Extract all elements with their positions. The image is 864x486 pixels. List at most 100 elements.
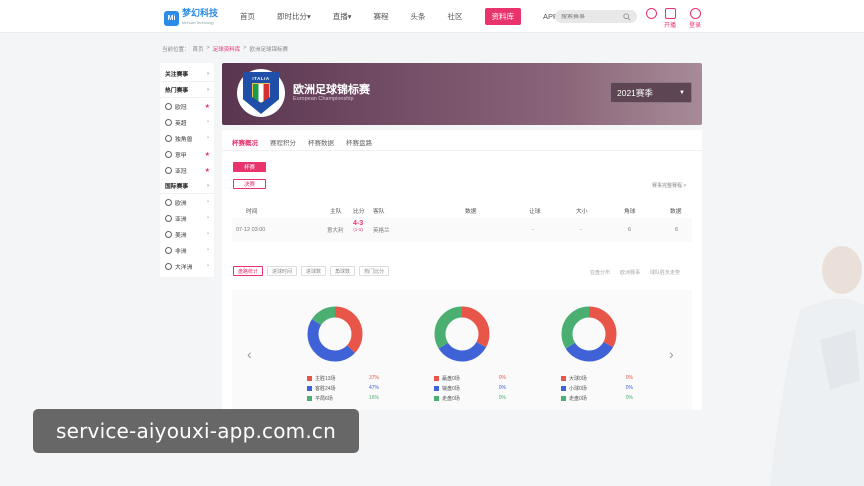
chevron-right-icon: › [207, 215, 209, 221]
nav-link-3[interactable]: 赛程 [374, 11, 389, 22]
col-away: 客队 [373, 209, 385, 215]
stat-option-1[interactable]: 欧洲赛事 [620, 269, 640, 276]
sidebar-item-9[interactable]: 亚洲 › [160, 210, 214, 226]
tab-2[interactable]: 杯赛数据 [308, 137, 334, 151]
sidebar-item-1[interactable]: 热门赛事 › [160, 82, 214, 98]
legend-row: 客胜24场 47% [307, 383, 379, 393]
match-table: 时间 主队 比分 客队 数据 让球 大小 角球 数据 07-12 03:00 意… [232, 203, 692, 242]
tab-1[interactable]: 赛程积分 [270, 137, 296, 151]
search-input[interactable] [561, 13, 623, 20]
stat-tab-0[interactable]: 盘路统计 [233, 266, 264, 276]
nav-link-1[interactable]: 即时比分▾ [277, 11, 311, 22]
stage-cup-button[interactable]: 杯赛 [233, 162, 266, 172]
league-icon [165, 150, 172, 158]
stat-tab-3[interactable]: 角球数 [330, 266, 356, 276]
stat-tabs: 盘路统计 进球时间 进球数 角球数 热门比分 [233, 266, 390, 276]
chevron-left-icon[interactable]: ‹ [247, 346, 252, 362]
sidebar-item-label: 热门赛事 [165, 88, 189, 94]
search-box[interactable] [555, 10, 637, 23]
league-title: 欧洲足球锦标赛 [293, 84, 370, 96]
stat-option-2[interactable]: 球队胜负走势 [650, 269, 680, 276]
col-home: 主队 [330, 209, 342, 215]
away-team[interactable]: 英格兰 [373, 226, 390, 234]
sidebar-item-8[interactable]: 欧洲 › [160, 194, 214, 210]
home-team[interactable]: 意大利 [327, 226, 344, 234]
sidebar-item-10[interactable]: 美洲 › [160, 226, 214, 242]
stat-option-0[interactable]: 亚盘分布 [590, 269, 610, 276]
sidebar-item-label: 欧洲 [175, 200, 187, 207]
star-icon: ★ [204, 167, 210, 174]
legend-value: 16% [368, 395, 379, 401]
legend-swatch [307, 395, 312, 401]
breadcrumb: 当前位置： 首页 > 足球资料库 > 欧洲足球锦标赛 [162, 45, 288, 53]
stat-tab-1[interactable]: 进球时间 [267, 266, 298, 276]
stat-value[interactable]: 6 [675, 227, 678, 233]
stat-tab-2[interactable]: 进球数 [301, 266, 327, 276]
nav-link-5[interactable]: 社区 [448, 11, 463, 22]
sidebar-item-7[interactable]: 国际赛事 › [160, 178, 214, 194]
stage-final-button[interactable]: 决赛 [233, 179, 266, 189]
sidebar-item-3[interactable]: 英超 › [160, 114, 214, 130]
user-icon [689, 8, 701, 19]
match-score[interactable]: 4-3 (1-1) [353, 220, 363, 232]
chevron-right-icon: › [207, 199, 209, 205]
legend-swatch [561, 395, 566, 401]
chevron-right-icon[interactable]: › [669, 346, 674, 362]
legend-row: 小球0场 0% [561, 383, 633, 393]
col-ou: 大小 [576, 209, 588, 215]
season-value: 2021赛季 [617, 87, 653, 98]
chevron-right-icon: › [207, 231, 209, 237]
team-crest: ITALIA [237, 69, 285, 117]
player-background-image [770, 246, 864, 486]
sidebar-item-2[interactable]: 欧冠 ★ [160, 98, 214, 114]
crest-shield: ITALIA [243, 72, 279, 114]
season-select[interactable]: 2021赛季 ▼ [610, 82, 692, 103]
breadcrumb-db[interactable]: 足球资料库 [213, 45, 241, 53]
legend-swatch [561, 375, 566, 381]
ou-value: - [580, 227, 582, 233]
sidebar-item-12[interactable]: 大洋洲 › [160, 258, 214, 274]
tab-3[interactable]: 杯赛盘路 [346, 137, 372, 151]
breadcrumb-home[interactable]: 首页 [193, 45, 204, 53]
legend-row: 输盘0场 0% [434, 383, 506, 393]
live-icon[interactable] [644, 8, 658, 20]
league-icon [165, 166, 172, 174]
league-icon [165, 118, 172, 126]
login-button[interactable]: 登录 [688, 8, 702, 29]
match-row[interactable]: 07-12 03:00 意大利 4-3 (1-1) 英格兰 - - 6 6 [232, 218, 692, 242]
legend-value: 0% [625, 395, 633, 401]
match-time: 07-12 03:00 [236, 227, 266, 233]
league-icon [165, 262, 172, 270]
legend-label: 大球0场 [569, 375, 587, 382]
sidebar-item-label: 美洲 [175, 232, 187, 239]
tab-0[interactable]: 杯赛概况 [232, 137, 258, 151]
full-schedule-link[interactable]: 赛事完整赛程 > [652, 182, 686, 189]
sidebar-item-11[interactable]: 非洲 › [160, 242, 214, 258]
legend-swatch [434, 395, 439, 401]
star-icon: ★ [204, 103, 210, 110]
sidebar-item-5[interactable]: 意甲 ★ [160, 146, 214, 162]
legend-label: 走盘0场 [569, 395, 587, 402]
sidebar-item-label: 非洲 [175, 248, 187, 255]
watermark-banner: service-aiyouxi-app.com.cn [33, 409, 359, 453]
stat-tab-4[interactable]: 热门比分 [359, 266, 390, 276]
search-icon[interactable] [623, 12, 631, 21]
sidebar-item-6[interactable]: 亚冠 ★ [160, 162, 214, 178]
nav-link-0[interactable]: 首页 [240, 11, 255, 22]
nav-link-4[interactable]: 头条 [411, 11, 426, 22]
league-icon [165, 102, 172, 110]
corner-value: 6 [628, 227, 632, 233]
nav-link-6[interactable]: 资料库 [484, 8, 522, 25]
breadcrumb-sep: > [243, 45, 247, 51]
legend-row: 走盘0场 0% [434, 393, 506, 403]
sidebar-item-4[interactable]: 独角兽 › [160, 130, 214, 146]
logo[interactable]: Mi 梦幻科技 Meihuan Technology [164, 8, 218, 28]
legend-value: 47% [368, 385, 379, 391]
nav-link-2[interactable]: 直播▾ [333, 11, 352, 22]
legend-row: 大球0场 0% [561, 373, 633, 383]
league-icon [165, 198, 172, 206]
legend-swatch [434, 375, 439, 381]
col-stat: 数据 [670, 209, 682, 215]
open-stream-button[interactable]: 开播 [663, 8, 677, 29]
sidebar-item-0[interactable]: 关注赛事 › [160, 66, 214, 82]
